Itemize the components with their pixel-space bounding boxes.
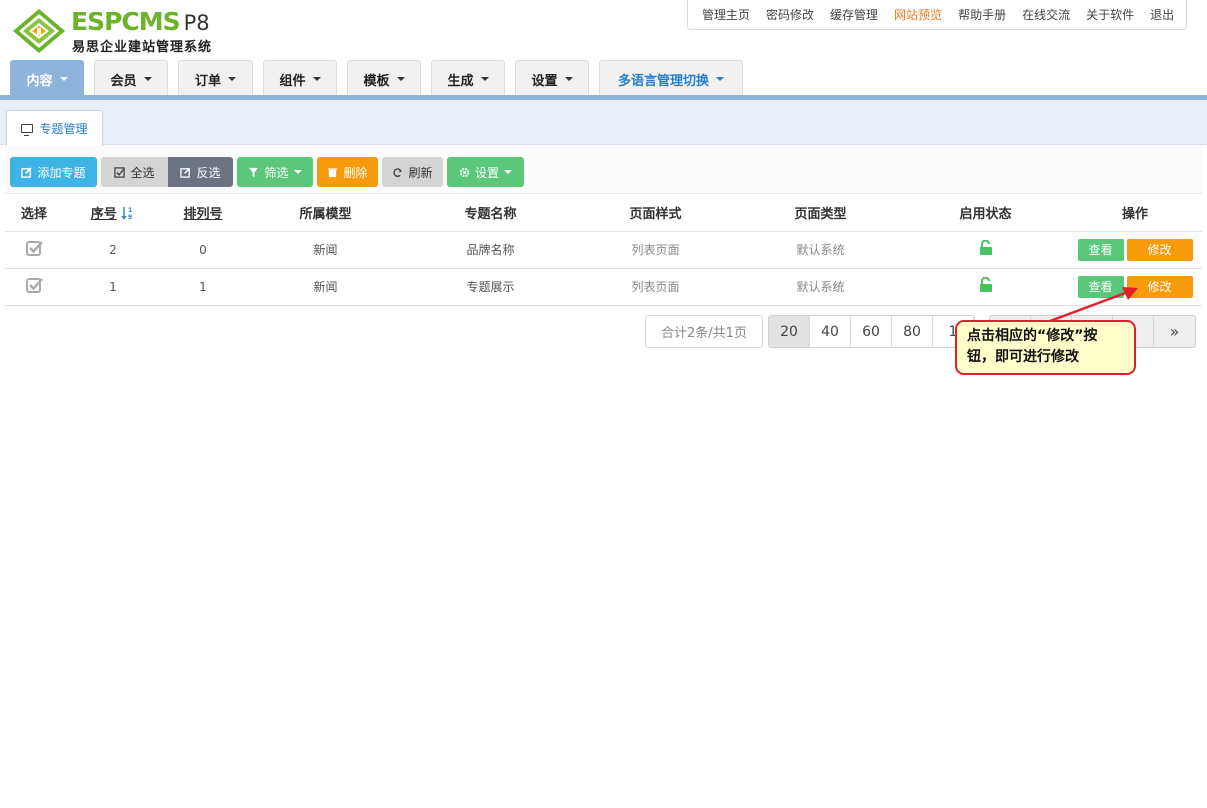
caret-down-icon <box>396 77 405 81</box>
caret-down-icon <box>504 170 512 174</box>
link-admin-home[interactable]: 管理主页 <box>702 6 750 23</box>
caret-down-icon <box>312 77 321 81</box>
caret-down-icon <box>480 77 489 81</box>
filter-button[interactable]: 筛选 <box>237 157 313 187</box>
link-cache[interactable]: 缓存管理 <box>830 6 878 23</box>
refresh-button[interactable]: 刷新 <box>382 157 443 187</box>
share-square-icon <box>180 167 191 178</box>
nav-tab-components[interactable]: 组件 <box>263 60 337 97</box>
row-style: 列表页面 <box>573 231 738 269</box>
add-topic-button[interactable]: 添加专题 <box>10 157 97 187</box>
page-size-option[interactable]: 40 <box>810 316 851 347</box>
caret-down-icon <box>716 77 724 81</box>
sort-icon: 19 <box>121 206 132 221</box>
pagination-total: 合计2条/共1页 <box>645 315 763 348</box>
nav-tab-language[interactable]: 多语言管理切换 <box>599 60 743 97</box>
view-button[interactable]: 查看 <box>1077 238 1124 261</box>
nav-tab-settings[interactable]: 设置 <box>515 60 589 97</box>
col-name: 专题名称 <box>408 194 573 232</box>
col-status: 启用状态 <box>903 194 1068 232</box>
nav-tab-members[interactable]: 会员 <box>94 60 168 97</box>
page-size-option[interactable]: 60 <box>851 316 892 347</box>
row-order: 1 <box>163 268 243 306</box>
row-style: 列表页面 <box>573 268 738 306</box>
settings-button[interactable]: 设置 <box>447 157 524 187</box>
caret-down-icon <box>143 77 152 81</box>
row-name: 专题展示 <box>408 268 573 306</box>
trash-icon <box>328 167 338 177</box>
gear-icon <box>459 167 470 177</box>
unlocked-icon[interactable] <box>979 277 993 293</box>
nav-tab-generate[interactable]: 生成 <box>431 60 505 97</box>
col-model: 所属模型 <box>243 194 408 232</box>
table-row: 1 1 新闻 专题展示 列表页面 默认系统 查看 修改 <box>5 268 1202 306</box>
nav-tab-templates[interactable]: 模板 <box>347 60 421 97</box>
row-model: 新闻 <box>243 231 408 269</box>
row-checkbox-icon[interactable] <box>25 240 43 257</box>
header: ESPCMS P8 易思企业建站管理系统 管理主页 密码修改 缓存管理 网站预览 … <box>0 0 1207 100</box>
refresh-icon <box>393 167 403 177</box>
link-site-preview[interactable]: 网站预览 <box>894 6 942 23</box>
row-order: 0 <box>163 231 243 269</box>
caret-down-icon <box>59 77 68 81</box>
row-type: 默认系统 <box>738 231 903 269</box>
row-type: 默认系统 <box>738 268 903 306</box>
col-id[interactable]: 序号 19 <box>63 194 163 232</box>
sub-tab-bar: 专题管理 <box>0 100 1207 146</box>
link-change-password[interactable]: 密码修改 <box>766 6 814 23</box>
filter-icon <box>249 167 259 177</box>
row-name: 品牌名称 <box>408 231 573 269</box>
col-type: 页面类型 <box>738 194 903 232</box>
check-square-icon <box>114 166 126 178</box>
instruction-callout: 点击相应的“修改”按 钮，即可进行修改 <box>955 320 1136 375</box>
caret-down-icon <box>228 77 236 81</box>
edit-icon <box>21 166 33 178</box>
col-select: 选择 <box>5 194 63 232</box>
page-size-option[interactable]: 20 <box>769 316 810 347</box>
row-id: 1 <box>63 268 163 306</box>
main-nav: 内容 会员 订单 组件 模板 生成 设置 多语言管理切换 <box>10 60 753 97</box>
top-links: 管理主页 密码修改 缓存管理 网站预览 帮助手册 在线交流 关于软件 退出 <box>687 0 1187 30</box>
page-size-selector: 20 40 60 80 1 <box>768 315 975 348</box>
nav-tab-orders[interactable]: 订单 <box>178 60 253 97</box>
link-online-chat[interactable]: 在线交流 <box>1022 6 1070 23</box>
invert-selection-button[interactable]: 反选 <box>168 157 233 187</box>
caret-down-icon <box>564 77 573 81</box>
monitor-icon <box>21 124 34 136</box>
link-logout[interactable]: 退出 <box>1150 6 1174 23</box>
svg-text:1: 1 <box>128 207 132 214</box>
nav-tab-content[interactable]: 内容 <box>10 60 84 97</box>
row-checkbox-icon[interactable] <box>25 277 43 294</box>
page-size-option[interactable]: 80 <box>892 316 933 347</box>
link-help[interactable]: 帮助手册 <box>958 6 1006 23</box>
delete-button[interactable]: 删除 <box>317 157 378 187</box>
topic-table: 选择 序号 19 排列号 所属模型 专题名称 页面样式 页面类型 启用状态 操作… <box>5 194 1202 306</box>
select-all-button[interactable]: 全选 <box>101 157 168 187</box>
table-header: 选择 序号 19 排列号 所属模型 专题名称 页面样式 页面类型 启用状态 操作 <box>5 194 1202 232</box>
logo-title: ESPCMS P8 <box>71 7 210 36</box>
table-row: 2 0 新闻 品牌名称 列表页面 默认系统 查看 修改 <box>5 231 1202 269</box>
col-actions: 操作 <box>1068 194 1202 232</box>
edit-button[interactable]: 修改 <box>1126 238 1193 261</box>
col-order[interactable]: 排列号 <box>163 194 243 232</box>
last-page-button[interactable]: » <box>1154 316 1195 347</box>
link-about[interactable]: 关于软件 <box>1086 6 1134 23</box>
toolbar: 添加专题 全选 反选 筛选 删除 刷新 设置 <box>5 146 1202 194</box>
tab-topic-management[interactable]: 专题管理 <box>6 110 103 146</box>
logo[interactable]: ESPCMS P8 易思企业建站管理系统 <box>12 6 227 56</box>
logo-icon <box>13 9 65 53</box>
row-model: 新闻 <box>243 268 408 306</box>
logo-subtitle: 易思企业建站管理系统 <box>72 40 213 55</box>
svg-text:9: 9 <box>128 214 132 220</box>
row-id: 2 <box>63 231 163 269</box>
col-style: 页面样式 <box>573 194 738 232</box>
unlocked-icon[interactable] <box>979 240 993 256</box>
caret-down-icon <box>293 170 302 174</box>
